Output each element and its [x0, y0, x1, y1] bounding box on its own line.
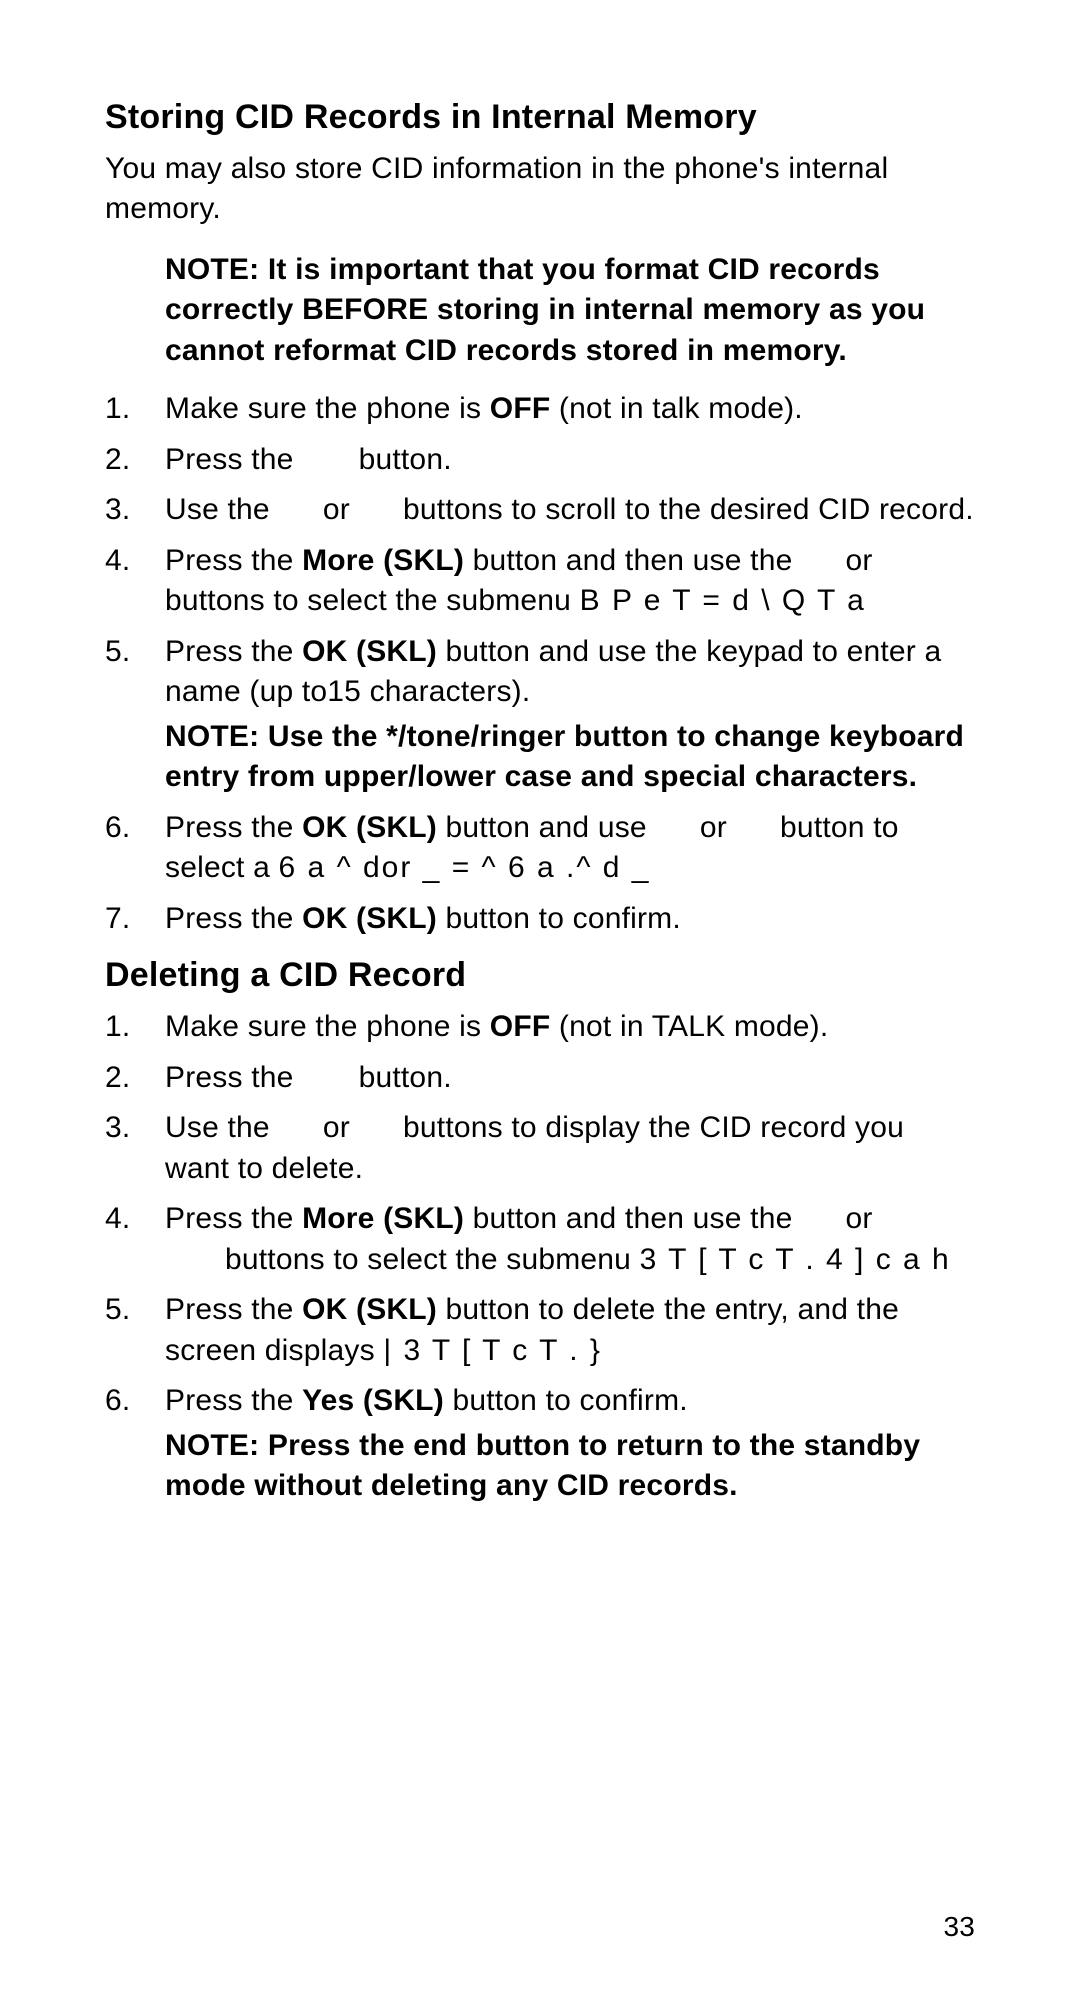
note-format-before-store: NOTE: It is important that you format CI… — [105, 250, 975, 372]
step-text: Press the — [165, 1202, 302, 1235]
step-text: Make sure the phone is — [165, 392, 490, 425]
step-text: (not in talk mode). — [550, 392, 802, 425]
step-bold: OK (SKL) — [302, 1293, 437, 1326]
step-text: Press the — [165, 811, 302, 844]
step-text: or — [691, 811, 735, 844]
step-bold: OK (SKL) — [302, 635, 437, 668]
intro-storing-cid: You may also store CID information in th… — [105, 149, 975, 230]
step-text: Press the — [165, 635, 302, 668]
step-text: buttons to scroll to the desired CID rec… — [394, 493, 973, 526]
list-item: Press the OK (SKL) button and use the ke… — [105, 632, 975, 798]
step-text: Use the — [165, 1111, 278, 1144]
step-bold: More (SKL) — [302, 544, 464, 577]
submenu-code: B P e T = d \ Q T a — [580, 584, 866, 617]
step-text: buttons to select the submenu — [165, 1243, 640, 1276]
screen-text: | 3 T [ T c T . } — [383, 1334, 602, 1367]
step-text: Press the — [165, 1293, 302, 1326]
step-text: Press the — [165, 902, 302, 935]
list-item: Make sure the phone is OFF (not in TALK … — [105, 1007, 975, 1048]
step-text: Use the — [165, 493, 278, 526]
submenu-code: 6 a ^ dor _ = ^ 6 a .^ d _ — [279, 851, 651, 884]
step-bold: OFF — [490, 1010, 551, 1043]
list-item: Press the Yes (SKL) button to confirm. N… — [105, 1381, 975, 1507]
step-text: buttons to select the submenu — [165, 584, 580, 617]
list-item: Press the OK (SKL) button to delete the … — [105, 1290, 975, 1371]
note-end-button: NOTE: Press the end button to return to … — [165, 1426, 975, 1507]
step-bold: Yes (SKL) — [302, 1384, 444, 1417]
steps-storing-cid: Make sure the phone is OFF (not in talk … — [105, 389, 975, 939]
step-text: or — [837, 1202, 881, 1235]
step-text: or — [314, 1111, 358, 1144]
step-text: (not in TALK mode). — [550, 1010, 828, 1043]
steps-deleting-cid: Make sure the phone is OFF (not in TALK … — [105, 1007, 975, 1507]
list-item: Press the button. — [105, 440, 975, 481]
step-bold: OFF — [490, 392, 551, 425]
list-item: Press the button. — [105, 1058, 975, 1099]
step-bold: More (SKL) — [302, 1202, 464, 1235]
heading-deleting-cid: Deleting a CID Record — [105, 953, 975, 999]
step-bold: OK (SKL) — [302, 902, 437, 935]
submenu-code: 3 T [ T c T . 4 ] c a h — [640, 1243, 951, 1276]
list-item: Press the OK (SKL) button and use or but… — [105, 808, 975, 889]
step-text: button. — [350, 1061, 452, 1094]
step-text: Press the — [165, 1384, 302, 1417]
step-text: button and then use the — [464, 544, 801, 577]
step-text: Press the — [165, 544, 302, 577]
step-bold: OK (SKL) — [302, 811, 437, 844]
list-item: Use the or buttons to display the CID re… — [105, 1108, 975, 1189]
manual-page: Storing CID Records in Internal Memory Y… — [0, 0, 1080, 2016]
list-item: Press the More (SKL) button and then use… — [105, 541, 975, 622]
list-item: Make sure the phone is OFF (not in talk … — [105, 389, 975, 430]
list-item: Press the More (SKL) button and then use… — [105, 1199, 975, 1280]
step-text: button. — [350, 443, 452, 476]
step-text: Press the — [165, 1061, 302, 1094]
note-tone-ringer: NOTE: Use the */tone/ringer button to ch… — [165, 717, 975, 798]
step-text: or — [314, 493, 358, 526]
step-text: button to confirm. — [437, 902, 681, 935]
step-text: button and then use the — [464, 1202, 801, 1235]
step-text: button and use — [437, 811, 655, 844]
page-number: 33 — [943, 1908, 975, 1946]
step-text: Press the — [165, 443, 302, 476]
step-text: button to confirm. — [444, 1384, 688, 1417]
list-item: Use the or buttons to scroll to the desi… — [105, 490, 975, 531]
heading-storing-cid: Storing CID Records in Internal Memory — [105, 95, 975, 141]
step-text: or — [837, 544, 881, 577]
step-text: Make sure the phone is — [165, 1010, 490, 1043]
list-item: Press the OK (SKL) button to confirm. — [105, 899, 975, 940]
